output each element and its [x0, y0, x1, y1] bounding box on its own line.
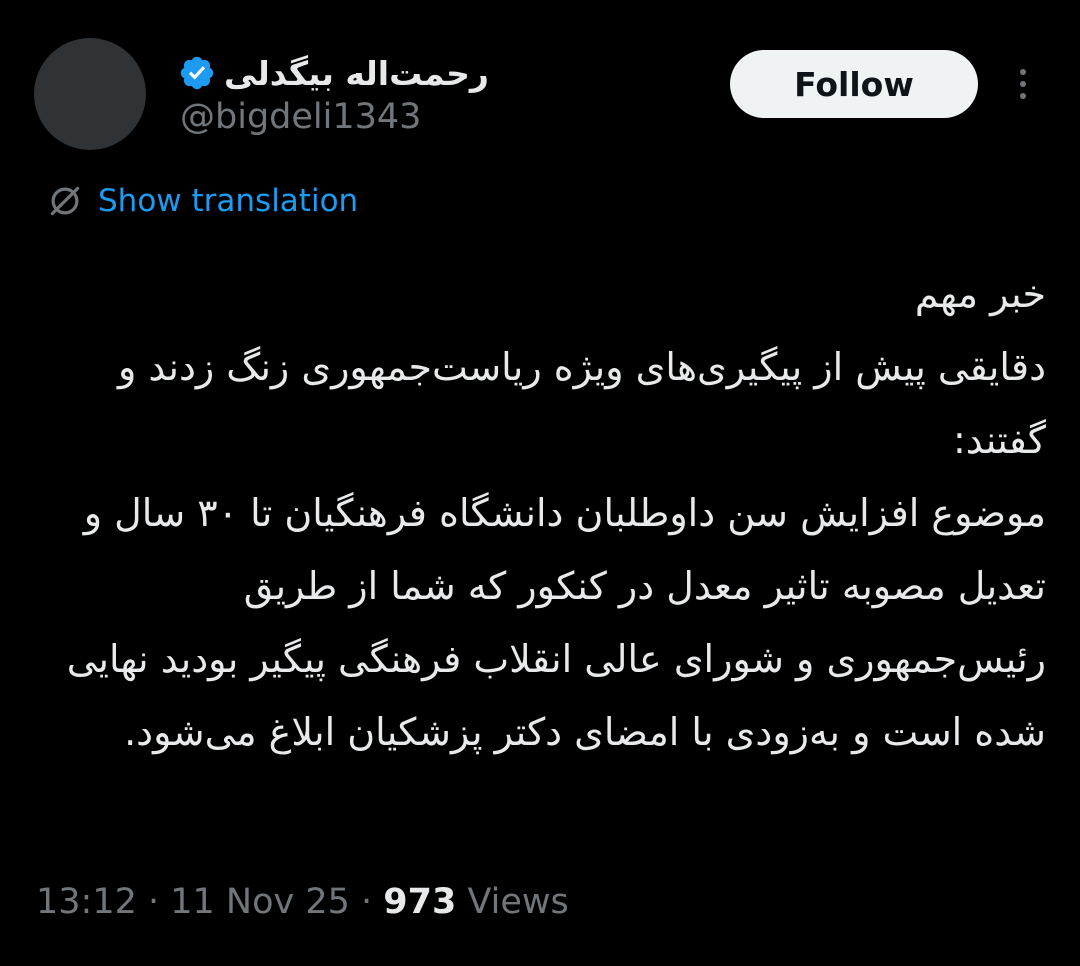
verified-badge-icon — [180, 56, 214, 90]
tweet-text: خبر مهم دقایقی پیش از پیگیری‌های ویژه ری… — [66, 272, 1046, 754]
avatar[interactable] — [34, 38, 146, 150]
globe-icon — [50, 186, 80, 216]
tweet-time[interactable]: 13:12 — [36, 882, 137, 922]
meta-separator: · — [349, 882, 384, 922]
tweet-meta: 13:12 · 11 Nov 25 · 973 Views — [36, 876, 569, 928]
views-count: 973 — [383, 882, 457, 922]
follow-button[interactable]: Follow — [730, 50, 978, 118]
show-translation-link[interactable]: Show translation — [46, 178, 358, 224]
meta-separator: · — [136, 882, 171, 922]
author-handle[interactable]: @bigdeli1343 — [180, 97, 421, 137]
tweet-date[interactable]: 11 Nov 25 — [170, 882, 350, 922]
author-name-row[interactable]: رحمت‌اله بیگدلی — [178, 48, 489, 98]
views-label: Views — [456, 882, 569, 922]
more-vertical-icon[interactable] — [1005, 62, 1041, 106]
author-display-name[interactable]: رحمت‌اله بیگدلی — [224, 54, 489, 93]
show-translation-label[interactable]: Show translation — [98, 183, 358, 219]
